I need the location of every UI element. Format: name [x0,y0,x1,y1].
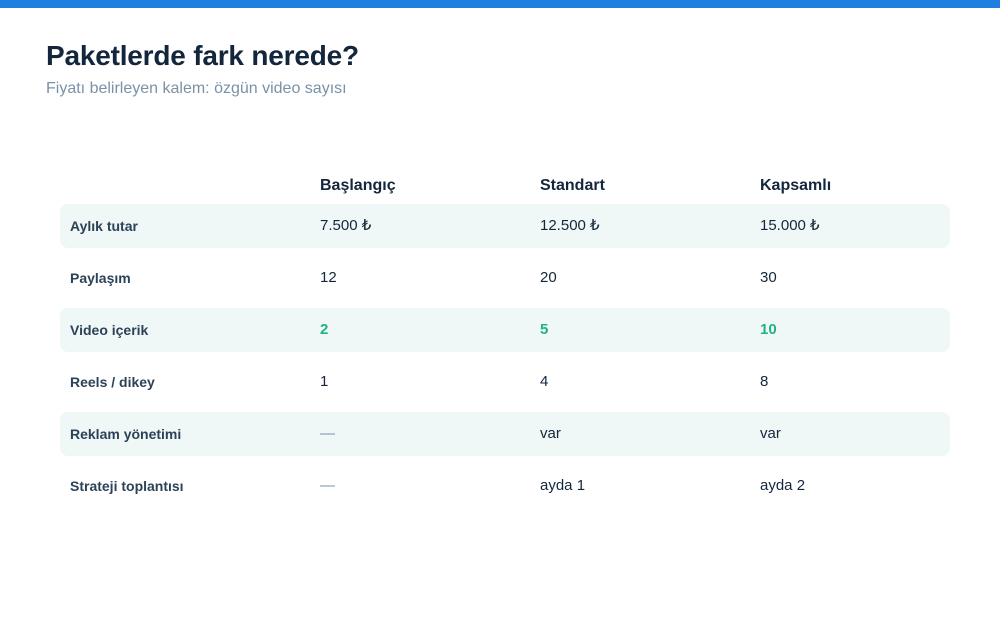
highlighted-cell: 10 [760,321,777,338]
column-header-standart: Standart [540,177,605,194]
table-cell: 1 [320,373,329,390]
column-header-kapsamli: Kapsamlı [760,177,832,194]
highlighted-cell: 2 [320,321,329,338]
table-header-row: Başlangıç Standart Kapsamlı [60,168,950,204]
top-accent-bar [0,0,1000,8]
table-cell: — [320,477,335,494]
table-row-reels-dikey: Reels / dikey 1 4 8 [60,360,950,404]
package-comparison-table: Başlangıç Standart Kapsamlı Aylık tutar … [60,168,950,516]
table-cell: 12 [320,269,337,286]
table-cell: — [320,425,335,442]
table-cell: 12.500 ₺ [540,217,600,234]
page-subtitle: Fiyatı belirleyen kalem: özgün video say… [46,80,347,97]
table-row-paylasim: Paylaşım 12 20 30 [60,256,950,300]
table-cell: 8 [760,373,769,390]
table-cell: ayda 2 [760,477,806,494]
table-cell: 15.000 ₺ [760,217,820,234]
table-cell: ayda 1 [540,477,586,494]
table-cell: 4 [540,373,549,390]
row-label: Reklam yönetimi [70,426,182,442]
table-cell: 20 [540,269,557,286]
table-row-video-icerik: Video içerik 2 5 10 [60,308,950,352]
row-label: Aylık tutar [70,218,138,234]
row-label: Strateji toplantısı [70,478,184,494]
table-cell: var [540,425,561,442]
row-label: Reels / dikey [70,374,155,390]
table-cell: 7.500 ₺ [320,217,372,234]
highlighted-cell: 5 [540,321,549,338]
table-row-reklam-yonetimi: Reklam yönetimi — var var [60,412,950,456]
column-header-baslangic: Başlangıç [320,177,396,194]
row-label: Video içerik [70,322,149,338]
table-cell: 30 [760,269,777,286]
page-title: Paketlerde fark nerede? [46,40,359,71]
table-row-aylik-tutar: Aylık tutar 7.500 ₺ 12.500 ₺ 15.000 ₺ [60,204,950,248]
table-cell: var [760,425,781,442]
table-row-strateji-toplantisi: Strateji toplantısı — ayda 1 ayda 2 [60,464,950,508]
row-label: Paylaşım [70,270,131,286]
